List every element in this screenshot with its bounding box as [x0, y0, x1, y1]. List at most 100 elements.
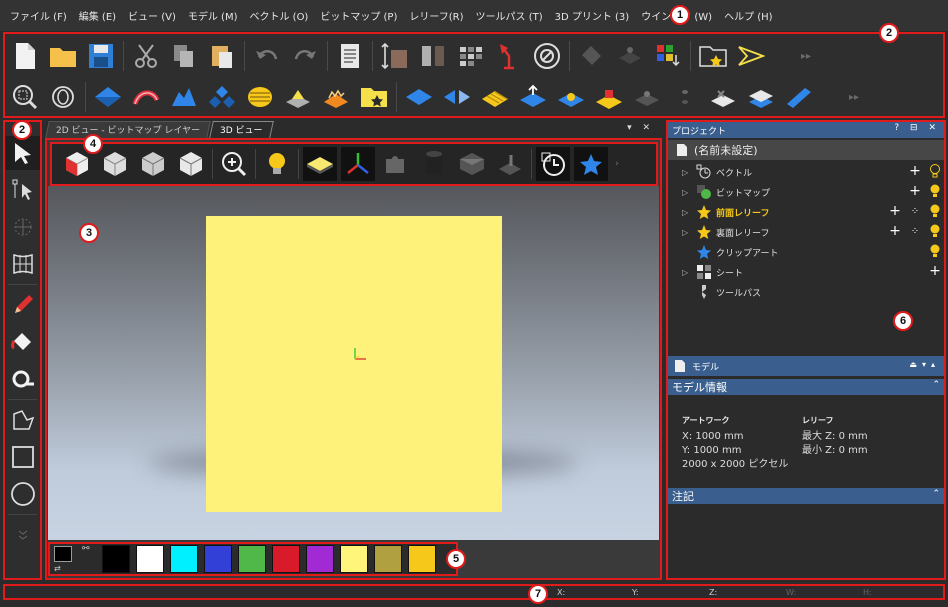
machine-button[interactable]: [493, 147, 527, 181]
save-file-button[interactable]: [85, 40, 117, 72]
redo-button[interactable]: [289, 40, 321, 72]
toolbar-overflow-icon[interactable]: ▸▸: [797, 40, 815, 72]
add-icon[interactable]: +: [888, 223, 902, 239]
view-side-button[interactable]: [174, 147, 208, 181]
clipart-folder-button[interactable]: [358, 81, 390, 113]
measure-tool-button[interactable]: [5, 362, 40, 396]
tree-item-back-relief[interactable]: ▷ 裏面レリーフ + ⁘: [668, 222, 944, 242]
primary-secondary-color[interactable]: ⚯ ⇄: [52, 544, 96, 574]
model-info-header[interactable]: モデル情報 ⌃: [668, 379, 944, 395]
undo-button[interactable]: [251, 40, 283, 72]
tree-item-bitmap[interactable]: ▷ ビットマップ +: [668, 182, 944, 202]
striped-relief-button[interactable]: [479, 81, 511, 113]
tool-column-overflow[interactable]: [5, 518, 40, 552]
palette-swatch[interactable]: [238, 545, 266, 573]
fill-tool-button[interactable]: [5, 325, 40, 359]
node-edit-tool-button[interactable]: [5, 173, 40, 207]
tab-2d-view[interactable]: 2D ビュー - ビットマップ レイヤー: [45, 121, 211, 138]
clipart-view-button[interactable]: [574, 147, 608, 181]
tree-item-toolpath[interactable]: ツールパス: [668, 282, 944, 302]
lighting-button[interactable]: [493, 40, 525, 72]
tree-item-vector[interactable]: ▷ ベクトル +: [668, 162, 944, 182]
tree-item-sheet[interactable]: ▷ シート +: [668, 262, 944, 282]
multi-shape-button[interactable]: [206, 81, 238, 113]
project-panel-controls[interactable]: ? ⊟ ✕: [894, 123, 940, 133]
circle-tool-button[interactable]: [5, 477, 40, 511]
split-model-button[interactable]: [417, 40, 449, 72]
send-button[interactable]: [735, 40, 767, 72]
relief-layer-button[interactable]: [282, 81, 314, 113]
primary-color-swatch[interactable]: [54, 546, 72, 562]
palette-swatch[interactable]: [204, 545, 232, 573]
menu-model[interactable]: モデル (M): [184, 8, 246, 23]
add-icon[interactable]: +: [908, 163, 922, 179]
view-front-button[interactable]: [136, 147, 170, 181]
light-bulb-icon[interactable]: [928, 224, 942, 238]
color-layers-button[interactable]: [652, 40, 684, 72]
layer-button[interactable]: [614, 40, 646, 72]
warp-tool-button[interactable]: [5, 247, 40, 281]
select-tool-button[interactable]: [5, 136, 40, 170]
palette-swatch[interactable]: [272, 545, 300, 573]
palette-swatch[interactable]: [374, 545, 402, 573]
light-bulb-outline-icon[interactable]: [928, 164, 942, 178]
menu-bitmap[interactable]: ビットマップ (P): [316, 8, 405, 23]
menu-toolpath[interactable]: ツールパス (T): [472, 8, 551, 23]
new-file-button[interactable]: [9, 40, 41, 72]
block-material-button[interactable]: [455, 147, 489, 181]
menu-help[interactable]: ヘルプ (H): [720, 8, 781, 23]
offset-button[interactable]: [631, 81, 663, 113]
open-file-button[interactable]: [47, 40, 79, 72]
light-bulb-icon[interactable]: [928, 204, 942, 218]
collapse-icon[interactable]: ⌃: [932, 380, 940, 390]
expand-arrow-icon[interactable]: ▷: [682, 208, 692, 217]
rectangle-tool-button[interactable]: [5, 440, 40, 474]
toolbar-overflow-icon[interactable]: ▸▸: [845, 81, 863, 113]
menu-3d-print[interactable]: 3D プリント (3): [551, 8, 638, 23]
extrude-button[interactable]: [130, 81, 162, 113]
relief-display-button[interactable]: [303, 147, 337, 181]
palette-swatch[interactable]: [306, 545, 334, 573]
tile-button[interactable]: [455, 40, 487, 72]
add-icon[interactable]: +: [928, 263, 942, 279]
cut-button[interactable]: [130, 40, 162, 72]
weave-button[interactable]: [244, 81, 276, 113]
split-relief-button[interactable]: [441, 81, 473, 113]
grid-dots-icon[interactable]: ⁘: [908, 204, 922, 218]
palette-swatch[interactable]: [102, 545, 130, 573]
raise-relief-button[interactable]: [517, 81, 549, 113]
relief-model-plane[interactable]: [206, 216, 502, 512]
3d-viewport[interactable]: [48, 186, 659, 540]
notes-button[interactable]: [334, 40, 366, 72]
menu-edit[interactable]: 編集 (E): [75, 8, 124, 23]
tree-item-front-relief[interactable]: ▷ 前面レリーフ + ⁘: [668, 202, 944, 222]
menu-relief[interactable]: レリーフ(R): [405, 8, 471, 23]
stack-relief-button[interactable]: [745, 81, 777, 113]
view-top-button[interactable]: [98, 147, 132, 181]
swept-profile-button[interactable]: [168, 81, 200, 113]
transform-tool-button[interactable]: [5, 210, 40, 244]
smooth-relief-button[interactable]: [707, 81, 739, 113]
material-button[interactable]: [379, 147, 413, 181]
menu-file[interactable]: ファイル (F): [6, 8, 75, 23]
toolpath-preview-button[interactable]: [536, 147, 570, 181]
link-colors-icon[interactable]: ⚯: [82, 544, 90, 554]
menu-view[interactable]: ビュー (V): [124, 8, 184, 23]
light-bulb-icon[interactable]: [928, 244, 942, 258]
expand-arrow-icon[interactable]: ▷: [682, 228, 692, 237]
pin-button[interactable]: [669, 81, 701, 113]
flat-relief-button[interactable]: [403, 81, 435, 113]
stamp-button[interactable]: [593, 81, 625, 113]
expand-arrow-icon[interactable]: ▷: [682, 188, 692, 197]
relief-wizard-button[interactable]: [47, 81, 79, 113]
expand-arrow-icon[interactable]: ▷: [682, 268, 692, 277]
shape-editor-button[interactable]: [92, 81, 124, 113]
cylinder-button[interactable]: [417, 147, 451, 181]
tilt-relief-button[interactable]: [783, 81, 815, 113]
favorites-folder-button[interactable]: [697, 40, 729, 72]
collapse-icon[interactable]: ⌃: [932, 489, 940, 499]
zoom-select-button[interactable]: [9, 81, 41, 113]
polyline-tool-button[interactable]: [5, 403, 40, 437]
palette-swatch[interactable]: [136, 545, 164, 573]
copy-button[interactable]: [168, 40, 200, 72]
